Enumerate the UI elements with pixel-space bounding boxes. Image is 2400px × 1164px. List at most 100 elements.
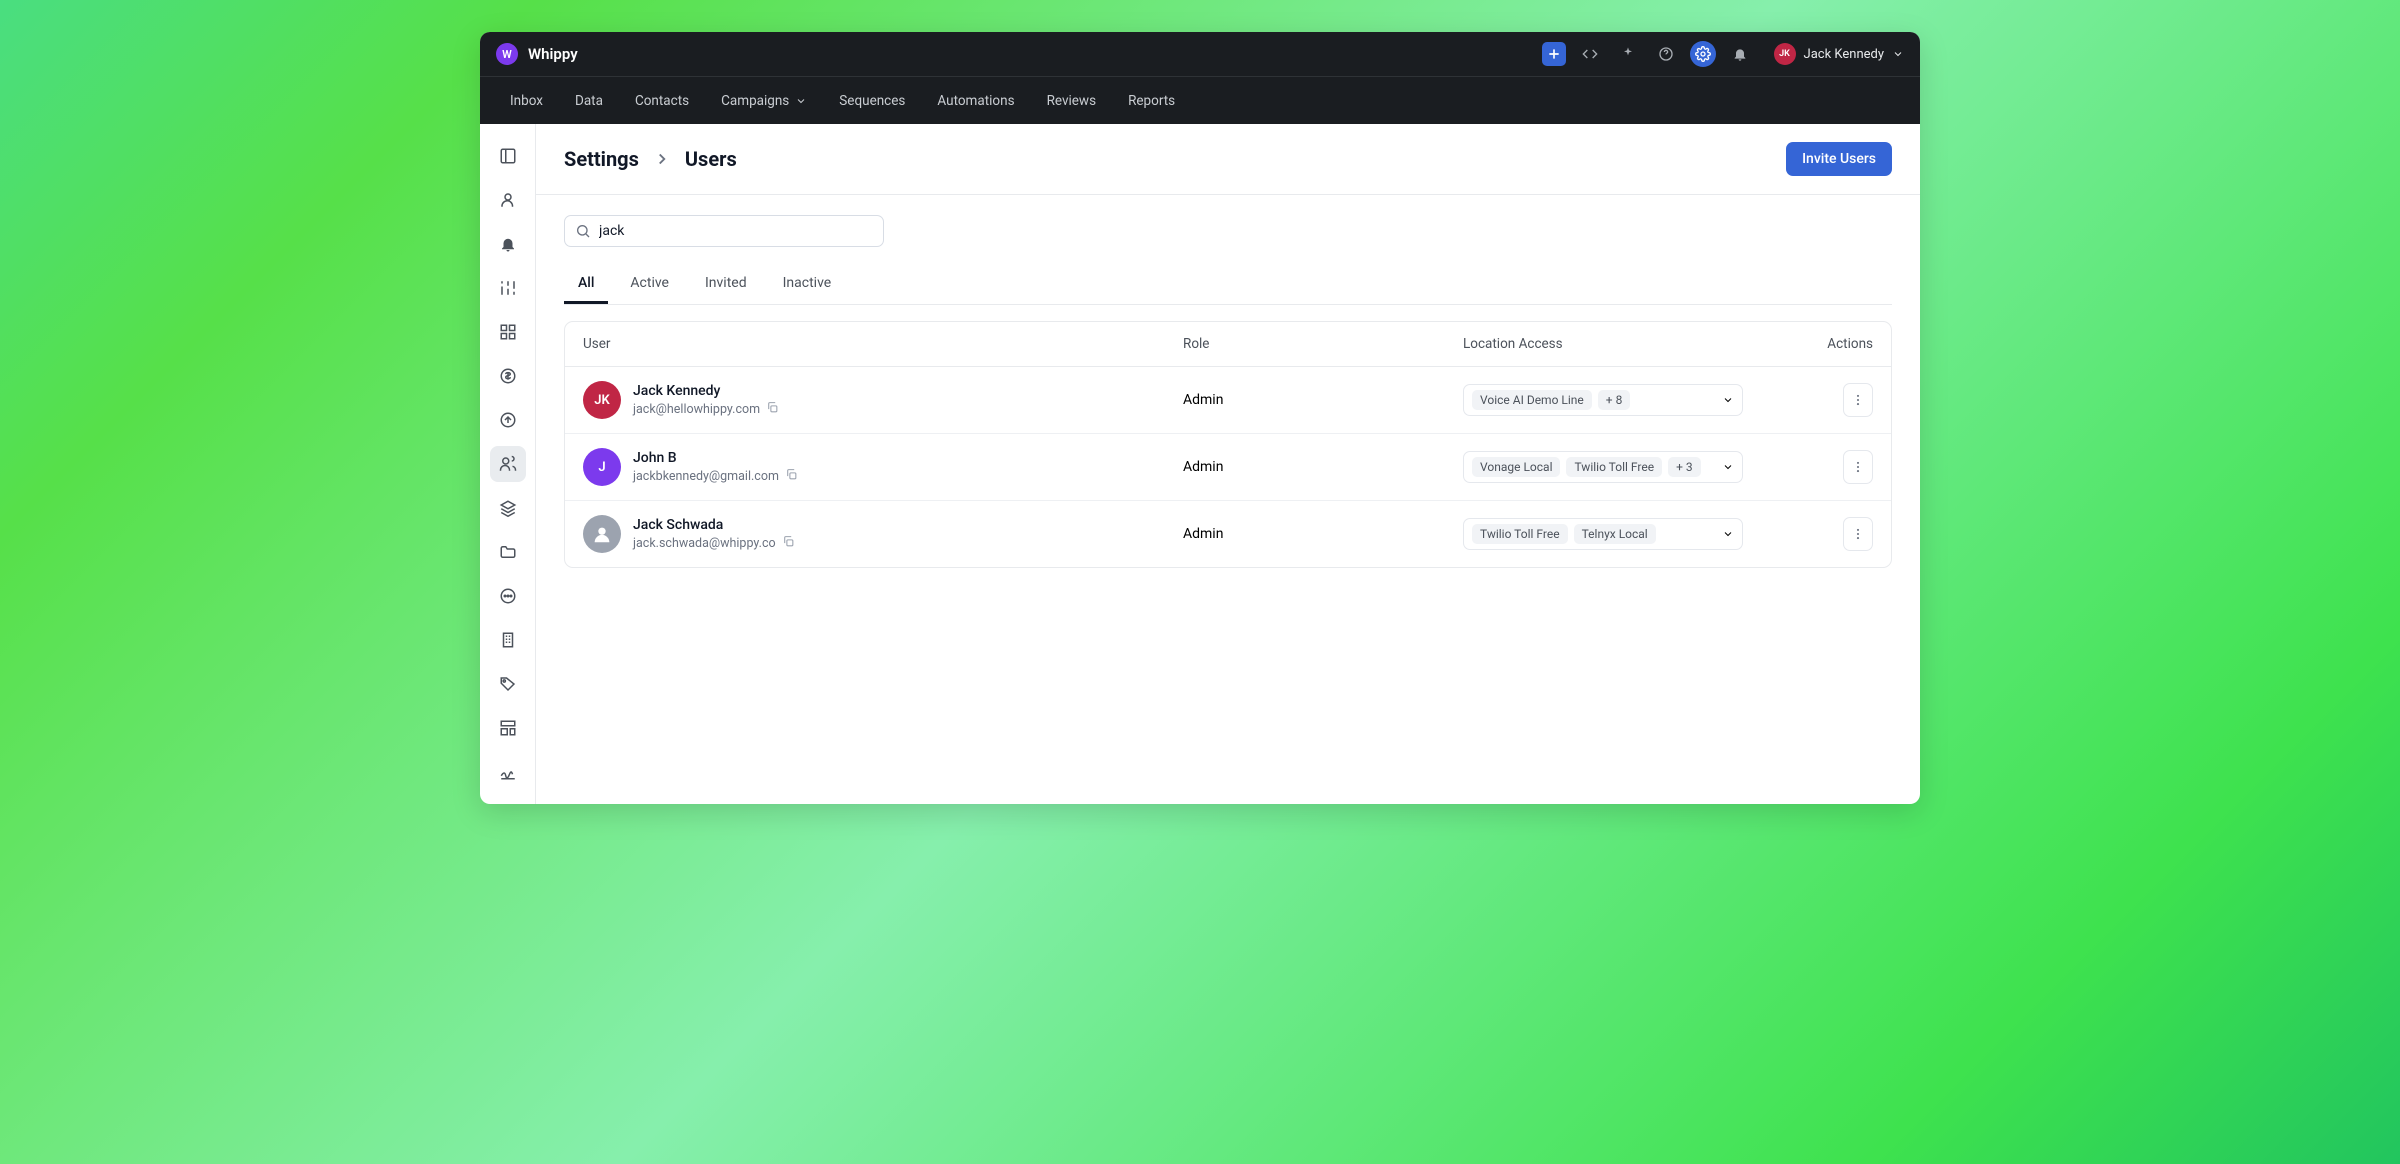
copy-email-button[interactable] [782,535,795,552]
sidebar-item-tag[interactable] [490,666,526,702]
chat-icon [499,587,517,605]
row-avatar [583,515,621,553]
building-icon [499,631,517,649]
plus-icon [1546,46,1562,62]
sidebar-item-building[interactable] [490,622,526,658]
breadcrumb-root[interactable]: Settings [564,147,639,171]
sidebar-item-notifications[interactable] [490,226,526,262]
sidebar-item-folder[interactable] [490,534,526,570]
upload-icon [499,411,517,429]
location-chip: Twilio Toll Free [1566,457,1662,477]
nav-inbox[interactable]: Inbox [496,85,557,117]
copy-icon [785,468,798,481]
table-header: User Role Location Access Actions [565,322,1891,367]
more-vertical-icon [1851,460,1865,474]
sidebar-item-layers[interactable] [490,490,526,526]
nav-automations[interactable]: Automations [923,85,1028,117]
cell-location: Twilio Toll FreeTelnyx Local [1463,518,1773,550]
sparkle-icon [1620,46,1636,62]
table-row: J John B jackbkennedy@gmail.com Admin Vo… [565,433,1891,500]
copy-icon [782,535,795,548]
person-photo-icon [591,523,613,545]
location-chip: Voice AI Demo Line [1472,390,1592,410]
nav-sequences[interactable]: Sequences [825,85,919,117]
location-access-dropdown[interactable]: Voice AI Demo Line + 8 [1463,384,1743,416]
user-icon [499,191,517,209]
sidebar-item-billing[interactable] [490,358,526,394]
th-role: Role [1183,336,1463,352]
cell-location: Vonage LocalTwilio Toll Free+ 3 [1463,451,1773,483]
user-avatar: JK [1774,43,1796,65]
th-actions: Actions [1773,336,1873,352]
nav-label: Inbox [510,93,543,109]
sidebar-item-chat[interactable] [490,578,526,614]
main-content: Settings Users Invite Users All Active I… [536,124,1920,804]
sidebar-item-grid[interactable] [490,314,526,350]
create-button[interactable] [1542,42,1566,66]
nav-label: Automations [937,93,1014,109]
copy-email-button[interactable] [766,401,779,418]
help-icon [1658,46,1674,62]
sidebar-item-upload[interactable] [490,402,526,438]
gear-icon [1695,46,1711,62]
sidebar-item-analytics[interactable] [490,270,526,306]
row-actions-button[interactable] [1843,517,1873,551]
copy-icon [766,401,779,414]
sidebar-item-profile[interactable] [490,182,526,218]
user-email: jack@hellowhippy.com [633,401,779,418]
tab-inactive[interactable]: Inactive [769,265,846,304]
invite-users-button[interactable]: Invite Users [1786,142,1892,176]
chevron-down-icon [1722,461,1734,473]
row-avatar: J [583,448,621,486]
nav-campaigns[interactable]: Campaigns [707,85,821,117]
location-access-dropdown[interactable]: Twilio Toll FreeTelnyx Local [1463,518,1743,550]
star-button[interactable] [1614,40,1642,68]
user-menu[interactable]: JK Jack Kennedy [1774,43,1904,65]
folder-icon [499,543,517,561]
content: All Active Invited Inactive User Role Lo… [536,195,1920,588]
location-overflow-chip: + 8 [1598,390,1631,410]
sidebar-item-panel[interactable] [490,138,526,174]
signature-icon [499,763,517,781]
nav-contacts[interactable]: Contacts [621,85,703,117]
cell-location: Voice AI Demo Line + 8 [1463,384,1773,416]
bell-icon [499,235,517,253]
cell-role: Admin [1183,459,1463,475]
settings-button[interactable] [1690,41,1716,67]
chevron-down-icon [1722,528,1734,540]
row-avatar: JK [583,381,621,419]
tab-all[interactable]: All [564,265,608,304]
row-actions-button[interactable] [1843,383,1873,417]
tab-invited[interactable]: Invited [691,265,761,304]
nav-data[interactable]: Data [561,85,617,117]
layers-icon [499,499,517,517]
template-icon [499,719,517,737]
row-actions-button[interactable] [1843,450,1873,484]
sidebar-item-signature[interactable] [490,754,526,790]
copy-email-button[interactable] [785,468,798,485]
search-input[interactable] [599,223,873,239]
chevron-down-icon [1722,394,1734,406]
user-name: John B [633,450,798,466]
grid-icon [499,323,517,341]
bell-icon [1732,46,1748,62]
sidebar-item-template[interactable] [490,710,526,746]
help-button[interactable] [1652,40,1680,68]
code-button[interactable] [1576,40,1604,68]
user-name: Jack Kennedy [1804,47,1884,62]
location-access-dropdown[interactable]: Vonage LocalTwilio Toll Free+ 3 [1463,451,1743,483]
cell-user: Jack Schwada jack.schwada@whippy.co [583,515,1183,553]
settings-sidebar [480,124,536,804]
tab-active[interactable]: Active [616,265,683,304]
body: Settings Users Invite Users All Active I… [480,124,1920,804]
search-box[interactable] [564,215,884,247]
nav-label: Data [575,93,603,109]
nav-reviews[interactable]: Reviews [1033,85,1111,117]
topbar: W Whippy JK Jack Kennedy [480,32,1920,76]
sidebar-item-users[interactable] [490,446,526,482]
location-overflow-chip: + 3 [1668,457,1701,477]
notifications-button[interactable] [1726,40,1754,68]
nav-reports[interactable]: Reports [1114,85,1189,117]
cell-actions [1773,450,1873,484]
sliders-icon [499,279,517,297]
